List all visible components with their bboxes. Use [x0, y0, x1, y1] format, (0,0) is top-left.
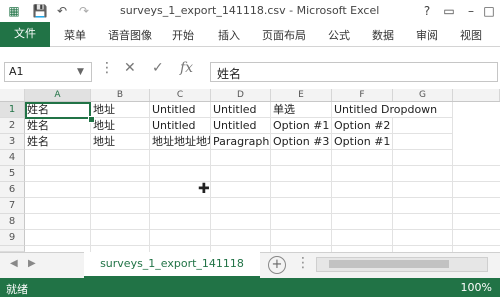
column-header-h[interactable]	[453, 89, 500, 101]
tab-review[interactable]: 审阅	[416, 27, 438, 43]
tab-menu[interactable]: 菜单	[64, 27, 86, 43]
row-header-1[interactable]: 1	[0, 102, 25, 118]
scroll-sheets-right-icon[interactable]: ▶	[28, 258, 36, 269]
ribbon-display-icon[interactable]: ▭	[440, 2, 458, 20]
select-all-corner[interactable]	[0, 89, 25, 101]
cell-c3[interactable]: 地址地址地址	[150, 134, 211, 150]
cell-e1[interactable]: 单选	[271, 102, 332, 118]
tab-insert[interactable]: 插入	[218, 27, 240, 43]
cell-d1[interactable]: Untitled	[211, 102, 271, 118]
cell-g3[interactable]	[393, 134, 453, 150]
redo-icon[interactable]: ↷	[76, 3, 92, 19]
chevron-down-icon[interactable]: ▼	[77, 67, 84, 77]
tab-voice-image[interactable]: 语音图像	[108, 27, 152, 43]
zoom-level[interactable]: 100%	[461, 281, 492, 294]
title-bar: ▦ 💾 ↶ ↷ surveys_1_export_141118.csv - Mi…	[0, 0, 500, 22]
cell-g2[interactable]	[393, 118, 453, 134]
column-header-a[interactable]: A	[25, 89, 91, 101]
column-header-b[interactable]: B	[91, 89, 150, 101]
tab-home[interactable]: 开始	[172, 27, 194, 43]
active-cell-selection	[25, 102, 91, 119]
cell-b3[interactable]: 地址	[91, 134, 150, 150]
cell-f3[interactable]: Option #1	[332, 134, 393, 150]
cell-e2[interactable]: Option #1	[271, 118, 332, 134]
tab-data[interactable]: 数据	[372, 27, 394, 43]
tab-file[interactable]: 文件	[0, 22, 50, 47]
cell-b2[interactable]: 地址	[91, 118, 150, 134]
sheet-tab-active[interactable]: surveys_1_export_141118	[84, 252, 260, 278]
name-box-value: A1	[9, 65, 24, 78]
row-header-6[interactable]: 6	[0, 182, 25, 198]
cell-f2[interactable]: Option #2	[332, 118, 393, 134]
help-icon[interactable]: ?	[418, 2, 436, 20]
enter-icon[interactable]: ✓	[152, 60, 164, 76]
cell-e3[interactable]: Option #3	[271, 134, 332, 150]
status-bar: 就绪 100%	[0, 278, 500, 297]
excel-logo-icon: ▦	[8, 4, 20, 18]
cell-c2[interactable]: Untitled	[150, 118, 211, 134]
empty-grid	[25, 150, 500, 252]
row-header-2[interactable]: 2	[0, 118, 25, 134]
row-header-9[interactable]: 9	[0, 230, 25, 246]
scrollbar-thumb[interactable]	[329, 260, 449, 268]
scroll-sheets-left-icon[interactable]: ◀	[10, 258, 18, 269]
row-header-7[interactable]: 7	[0, 198, 25, 214]
formula-value: 姓名	[217, 67, 242, 81]
undo-icon[interactable]: ↶	[54, 3, 70, 19]
insert-function-icon[interactable]: fx	[180, 60, 193, 76]
cell-a3[interactable]: 姓名	[25, 134, 91, 150]
column-header-d[interactable]: D	[211, 89, 271, 101]
tab-page-layout[interactable]: 页面布局	[262, 27, 306, 43]
fill-handle[interactable]	[88, 116, 95, 123]
cell-a2[interactable]: 姓名	[25, 118, 91, 134]
cell-c1[interactable]: Untitled	[150, 102, 211, 118]
more-icon: ⋮	[100, 60, 114, 76]
horizontal-scrollbar[interactable]	[316, 257, 488, 272]
row-header-3[interactable]: 3	[0, 134, 25, 150]
column-header-c[interactable]: C	[150, 89, 211, 101]
cell-b1[interactable]: 地址	[91, 102, 150, 118]
tab-formulas[interactable]: 公式	[328, 27, 350, 43]
cell-d3[interactable]: Paragraph	[211, 134, 271, 150]
row-header-8[interactable]: 8	[0, 214, 25, 230]
row-header-4[interactable]: 4	[0, 150, 25, 166]
more-sheets-icon[interactable]: ⋮	[296, 255, 310, 271]
formula-input[interactable]: 姓名	[210, 62, 498, 82]
tab-view[interactable]: 视图	[460, 27, 482, 43]
row-header-5[interactable]: 5	[0, 166, 25, 182]
maximize-icon[interactable]: □	[480, 2, 498, 20]
cancel-icon[interactable]: ✕	[124, 60, 136, 76]
column-header-e[interactable]: E	[271, 89, 332, 101]
name-box[interactable]: A1 ▼	[4, 62, 92, 82]
cell-g1[interactable]	[393, 102, 453, 118]
cell-d2[interactable]: Untitled	[211, 118, 271, 134]
column-header-f[interactable]: F	[332, 89, 393, 101]
status-label: 就绪	[6, 283, 28, 296]
window-title: surveys_1_export_141118.csv - Microsoft …	[120, 4, 380, 17]
minimize-icon[interactable]: –	[462, 2, 480, 20]
column-header-g[interactable]: G	[393, 89, 453, 101]
save-icon[interactable]: 💾	[32, 3, 48, 19]
cell-f1[interactable]: Untitled Dropdown	[332, 102, 437, 118]
add-sheet-icon[interactable]: +	[268, 256, 286, 274]
cell-cursor-icon: ✚	[198, 181, 210, 197]
